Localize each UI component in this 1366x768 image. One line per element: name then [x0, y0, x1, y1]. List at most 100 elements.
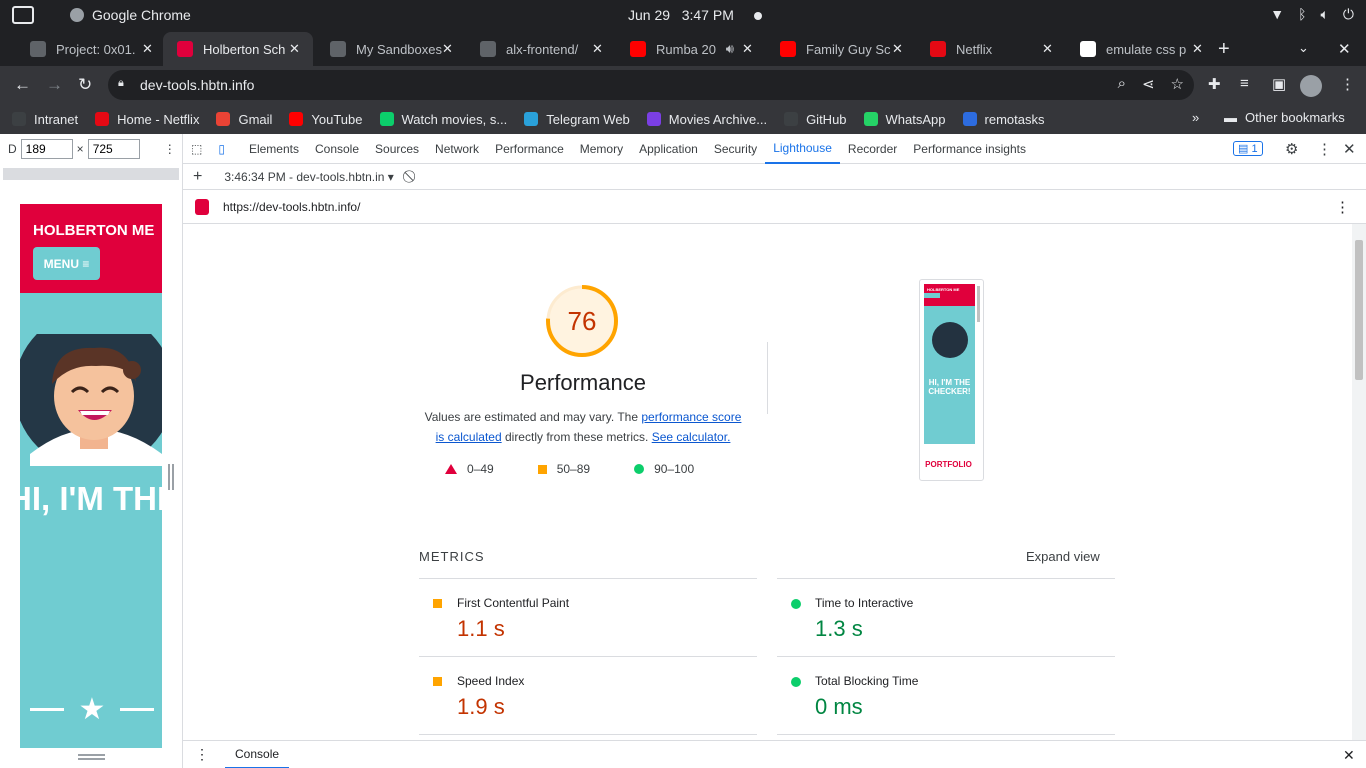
- media-control-icon[interactable]: ≡: [1240, 75, 1249, 92]
- device-width-input[interactable]: [20, 139, 73, 159]
- new-tab-icon[interactable]: +: [1218, 38, 1230, 61]
- scrollbar-thumb[interactable]: [1355, 240, 1363, 380]
- bookmark-4[interactable]: YouTube: [289, 112, 363, 127]
- devtools-tab-performance-insights[interactable]: Performance insights: [905, 134, 1034, 164]
- close-tab-icon[interactable]: ✕: [892, 41, 906, 57]
- address-url[interactable]: dev-tools.hbtn.info: [140, 77, 254, 93]
- drawer-tab-console[interactable]: Console: [225, 741, 290, 768]
- device-select[interactable]: D: [8, 142, 17, 156]
- play-icon: [379, 112, 394, 126]
- close-tab-icon[interactable]: ✕: [1042, 41, 1056, 57]
- tab-title: Project: 0x01.: [56, 41, 136, 57]
- device-height-input[interactable]: [87, 139, 140, 159]
- close-tab-icon[interactable]: ✕: [442, 41, 456, 57]
- devtools-tab-sources[interactable]: Sources: [367, 134, 427, 164]
- inspect-element-icon[interactable]: ⬚: [183, 134, 210, 164]
- other-bookmarks[interactable]: ▬ Other bookmarks: [1224, 110, 1345, 125]
- report-scrollbar[interactable]: [1352, 224, 1366, 740]
- tab-5[interactable]: Rumba 20 🔊︎ ✕: [616, 32, 766, 66]
- back-icon[interactable]: ←: [14, 75, 31, 95]
- bookmark-7[interactable]: Movies Archive...: [646, 112, 767, 127]
- close-tab-icon[interactable]: ✕: [742, 41, 756, 57]
- drawer-menu-icon[interactable]: ⋮: [195, 746, 209, 763]
- report-menu-icon[interactable]: ⋮: [1335, 198, 1350, 216]
- holberton-icon: [177, 41, 193, 57]
- tab-7[interactable]: Netflix ✕: [916, 32, 1066, 66]
- tab-8[interactable]: emulate css p ✕: [1066, 32, 1216, 66]
- profile-avatar[interactable]: [1300, 75, 1322, 97]
- desc-text: Values are estimated and may vary. The: [424, 410, 642, 424]
- devtools-tab-application[interactable]: Application: [631, 134, 706, 164]
- tab-3[interactable]: My Sandboxes ✕: [316, 32, 466, 66]
- report-select[interactable]: 3:46:34 PM - dev-tools.hbtn.in ▾: [224, 170, 393, 184]
- device-more-icon[interactable]: ⋮: [164, 142, 176, 156]
- bookmark-label: remotasks: [984, 111, 1045, 127]
- see-calculator-link[interactable]: See calculator.: [652, 430, 731, 444]
- tab-2[interactable]: Holberton Sch ✕: [163, 32, 313, 66]
- devtools-menu-icon[interactable]: ⋮: [1317, 140, 1332, 158]
- side-panel-icon[interactable]: ▣: [1272, 75, 1286, 93]
- bookmark-8[interactable]: GitHub: [784, 112, 847, 127]
- media-query-ruler[interactable]: [3, 168, 179, 180]
- tab-search-icon[interactable]: ⌄: [1298, 40, 1309, 56]
- bookmark-1[interactable]: Intranet: [12, 112, 78, 127]
- devtools-tab-elements[interactable]: Elements: [241, 134, 307, 164]
- bookmark-9[interactable]: WhatsApp: [863, 112, 946, 127]
- bookmark-star-icon[interactable]: ☆: [1171, 75, 1184, 93]
- close-devtools-icon[interactable]: ✕: [1343, 140, 1356, 158]
- category-description: Values are estimated and may vary. The p…: [419, 407, 747, 447]
- devtools-tab-console[interactable]: Console: [307, 134, 367, 164]
- devtools-tab-lighthouse[interactable]: Lighthouse: [765, 134, 840, 164]
- final-screenshot[interactable]: HOLBERTON ME HI, I'M THE CHECKER! PORTFO…: [919, 279, 984, 481]
- close-window-icon[interactable]: ✕: [1338, 40, 1351, 58]
- bookmark-2[interactable]: Home - Netflix: [95, 112, 199, 127]
- more-bookmarks-icon[interactable]: »: [1192, 110, 1199, 125]
- emulated-page[interactable]: HOLBERTON ME MENU ≡ HI, I'M THE CHECKER …: [20, 204, 162, 748]
- tab-6[interactable]: Family Guy Sc ✕: [766, 32, 916, 66]
- bookmark-10[interactable]: remotasks: [962, 111, 1045, 127]
- devtools-tab-security[interactable]: Security: [706, 134, 765, 164]
- address-bar[interactable]: 🔒︎ dev-tools.hbtn.info ⌕ ⋖ ☆: [108, 70, 1194, 100]
- devtools-tabs: Elements Console Sources Network Performance…: [233, 134, 1034, 164]
- resize-handle-bottom[interactable]: [78, 754, 105, 760]
- resize-handle-right[interactable]: [168, 464, 174, 490]
- chrome-menu-icon[interactable]: ⋮: [1340, 75, 1355, 93]
- bookmark-6[interactable]: Telegram Web: [524, 112, 630, 127]
- close-tab-icon[interactable]: ✕: [1192, 41, 1206, 57]
- forward-icon[interactable]: →: [46, 75, 63, 95]
- devtools-tab-recorder[interactable]: Recorder: [840, 134, 905, 164]
- site-brand[interactable]: HOLBERTON ME: [33, 222, 154, 239]
- close-tab-icon[interactable]: ✕: [289, 41, 303, 57]
- reload-icon[interactable]: ↻: [78, 75, 92, 95]
- site-menu-button[interactable]: MENU ≡: [33, 247, 100, 280]
- system-tray[interactable]: ▼ ᛒ 🔈︎ ⏻: [1270, 6, 1354, 23]
- power-icon: ⏻: [1342, 6, 1354, 22]
- average-square-icon: [433, 677, 442, 686]
- devtools-tab-memory[interactable]: Memory: [572, 134, 631, 164]
- report-url[interactable]: https://dev-tools.hbtn.info/: [223, 200, 360, 214]
- close-tab-icon[interactable]: ✕: [592, 41, 606, 57]
- github-icon: [480, 41, 496, 57]
- close-tab-icon[interactable]: ✕: [142, 41, 156, 57]
- audio-playing-icon[interactable]: 🔊︎: [726, 41, 734, 57]
- devtools-tab-performance[interactable]: Performance: [487, 134, 572, 164]
- bookmark-3[interactable]: Gmail: [216, 112, 272, 127]
- tab-4[interactable]: alx-frontend/ ✕: [466, 32, 616, 66]
- metric-rule: [419, 734, 757, 735]
- devtools-tab-network[interactable]: Network: [427, 134, 487, 164]
- device-toolbar-toggle-icon[interactable]: ▯: [210, 134, 233, 164]
- expand-view-button[interactable]: Expand view: [1026, 549, 1100, 564]
- new-report-icon[interactable]: +: [193, 168, 202, 186]
- launcher-icon[interactable]: [12, 6, 34, 24]
- zoom-icon[interactable]: ⌕: [1118, 75, 1126, 93]
- close-drawer-icon[interactable]: ✕: [1343, 747, 1355, 764]
- issues-badge[interactable]: ▤ 1: [1233, 141, 1263, 156]
- lock-icon[interactable]: 🔒︎: [118, 77, 124, 90]
- bookmark-5[interactable]: Watch movies, s...: [379, 112, 507, 127]
- tab-1[interactable]: Project: 0x01. ✕: [16, 32, 166, 66]
- extensions-icon[interactable]: ✚: [1208, 75, 1221, 93]
- settings-gear-icon[interactable]: ⚙: [1285, 140, 1298, 158]
- youtube-icon: [630, 41, 646, 57]
- share-icon[interactable]: ⋖: [1142, 75, 1155, 93]
- dimension-separator: ×: [76, 142, 84, 156]
